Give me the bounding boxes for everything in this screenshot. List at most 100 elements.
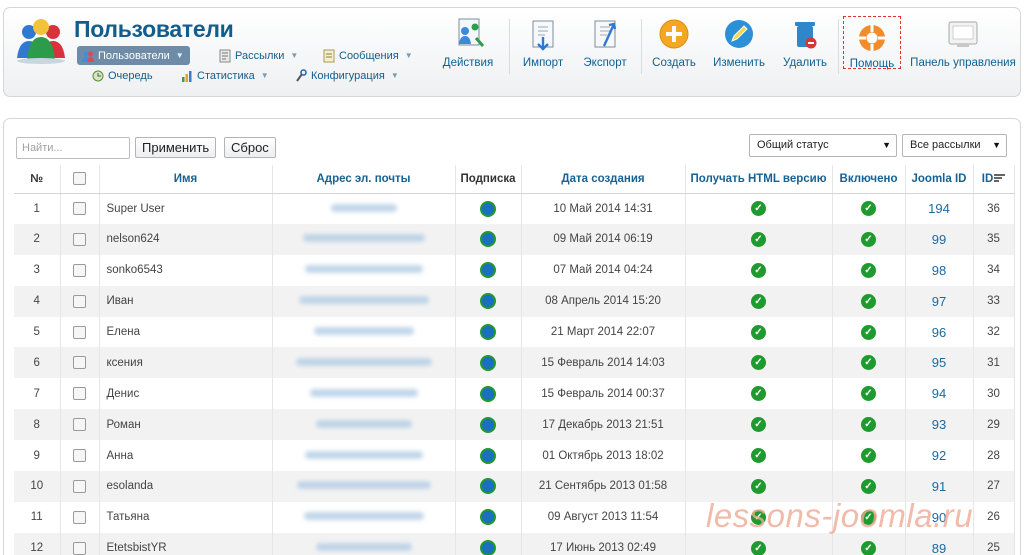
row-joomla-id[interactable]: 96 [905,316,974,348]
row-joomla-id[interactable]: 93 [905,409,974,441]
menu-messages[interactable]: Сообщения ▼ [318,46,419,65]
row-name[interactable]: nelson624 [99,223,273,255]
row-checkbox[interactable] [73,356,86,370]
row-joomla-id[interactable]: 97 [905,285,974,317]
subscription-status-icon[interactable] [480,385,496,402]
menu-users[interactable]: Пользователи ▼ [77,46,190,65]
subscription-status-icon[interactable] [480,231,496,248]
table-row[interactable]: 7 Денис 15 Февраль 2014 00:37 ✓ ✓ 94 30 [14,378,1015,410]
row-name[interactable]: esolanda [99,471,273,502]
actions-button[interactable]: Действия [439,16,497,69]
row-name[interactable]: Татьяна [99,501,273,533]
subscription-status-icon[interactable] [480,354,496,371]
check-icon[interactable]: ✓ [861,231,876,247]
row-checkbox[interactable] [73,325,86,339]
col-header-html[interactable]: Получать HTML версию [685,165,833,194]
reset-button[interactable]: Сброс [224,137,276,158]
row-checkbox[interactable] [73,418,86,432]
row-checkbox[interactable] [73,479,86,493]
check-icon[interactable]: ✓ [751,231,766,247]
check-icon[interactable]: ✓ [751,293,766,309]
col-header-enabled[interactable]: Включено [832,165,906,194]
row-joomla-id[interactable]: 194 [905,193,974,224]
check-icon[interactable]: ✓ [861,293,876,309]
row-name[interactable]: Денис [99,378,273,410]
row-name[interactable]: sonko6543 [99,254,273,286]
col-header-num[interactable]: № [14,165,61,194]
subscription-status-icon[interactable] [480,478,496,495]
row-joomla-id[interactable]: 99 [905,223,974,255]
row-joomla-id[interactable]: 95 [905,347,974,379]
check-icon[interactable]: ✓ [861,478,876,494]
check-icon[interactable]: ✓ [751,355,766,371]
menu-queue[interactable]: Очередь [87,66,159,85]
table-row[interactable]: 9 Анна 01 Октябрь 2013 18:02 ✓ ✓ 92 28 [14,440,1015,472]
search-input[interactable] [16,137,130,159]
check-icon[interactable]: ✓ [751,386,766,402]
row-checkbox[interactable] [73,263,86,277]
row-joomla-id[interactable]: 92 [905,440,974,472]
row-name[interactable]: Иван [99,285,273,317]
row-name[interactable]: Елена [99,316,273,348]
check-icon[interactable]: ✓ [751,262,766,278]
menu-newsletters[interactable]: Рассылки ▼ [214,46,304,65]
check-icon[interactable]: ✓ [751,448,766,464]
menu-statistics[interactable]: Статистика ▼ [176,66,275,85]
row-joomla-id[interactable]: 89 [905,532,974,555]
col-header-email[interactable]: Адрес эл. почты [272,165,456,194]
table-row[interactable]: 1 Super User 10 Май 2014 14:31 ✓ ✓ 194 36 [14,193,1015,224]
row-joomla-id[interactable]: 98 [905,254,974,286]
subscription-status-icon[interactable] [480,324,496,340]
subscription-status-icon[interactable] [480,447,496,464]
row-checkbox[interactable] [73,232,86,246]
row-checkbox[interactable] [73,387,86,401]
subscription-status-icon[interactable] [480,293,496,310]
row-name[interactable]: ксения [99,347,273,379]
check-icon[interactable]: ✓ [751,540,766,555]
subscription-status-icon[interactable] [480,540,496,555]
check-icon[interactable]: ✓ [861,201,876,217]
delete-button[interactable]: Удалить [779,16,831,69]
menu-configuration[interactable]: Конфигурация ▼ [290,66,405,85]
subscription-status-icon[interactable] [480,416,496,433]
edit-button[interactable]: Изменить [709,16,769,69]
create-button[interactable]: Создать [648,16,700,69]
check-icon[interactable]: ✓ [861,448,876,464]
check-icon[interactable]: ✓ [861,262,876,278]
table-row[interactable]: 8 Роман 17 Декабрь 2013 21:51 ✓ ✓ 93 29 [14,409,1015,441]
row-checkbox[interactable] [73,510,86,524]
row-checkbox[interactable] [73,294,86,308]
check-icon[interactable]: ✓ [861,417,876,433]
col-header-created[interactable]: Дата создания [521,165,686,194]
subscription-status-icon[interactable] [480,509,496,526]
check-icon[interactable]: ✓ [861,540,876,555]
col-header-name[interactable]: Имя [99,165,273,194]
check-icon[interactable]: ✓ [751,417,766,433]
row-name[interactable]: Анна [99,440,273,472]
check-icon[interactable]: ✓ [861,324,876,340]
table-row[interactable]: 6 ксения 15 Февраль 2014 14:03 ✓ ✓ 95 31 [14,347,1015,379]
col-header-id[interactable]: ID [973,165,1015,194]
list-select[interactable]: Все рассылки ▼ [902,134,1007,157]
table-row[interactable]: 12 EtetsbistYR 17 Июнь 2013 02:49 ✓ ✓ 89 25 [14,532,1015,555]
import-button[interactable]: Импорт [517,16,569,69]
check-icon[interactable]: ✓ [751,478,766,494]
apply-button[interactable]: Применить [135,137,217,158]
control-panel-button[interactable]: Панель управления [907,16,1019,69]
row-checkbox[interactable] [73,541,86,555]
check-icon[interactable]: ✓ [751,201,766,217]
row-name[interactable]: Роман [99,409,273,441]
help-button[interactable]: Помощь [843,16,901,70]
status-select[interactable]: Общий статус ▼ [749,134,897,157]
table-row[interactable]: 2 nelson624 09 Май 2014 06:19 ✓ ✓ 99 35 [14,223,1015,255]
select-all-checkbox[interactable] [73,172,86,186]
row-name[interactable]: Super User [99,193,273,224]
check-icon[interactable]: ✓ [861,386,876,402]
row-joomla-id[interactable]: 94 [905,378,974,410]
check-icon[interactable]: ✓ [751,324,766,340]
export-button[interactable]: Экспорт [577,16,633,69]
subscription-status-icon[interactable] [480,200,496,217]
row-checkbox[interactable] [73,449,86,463]
col-header-joomla-id[interactable]: Joomla ID [905,165,974,194]
row-name[interactable]: EtetsbistYR [99,532,273,555]
